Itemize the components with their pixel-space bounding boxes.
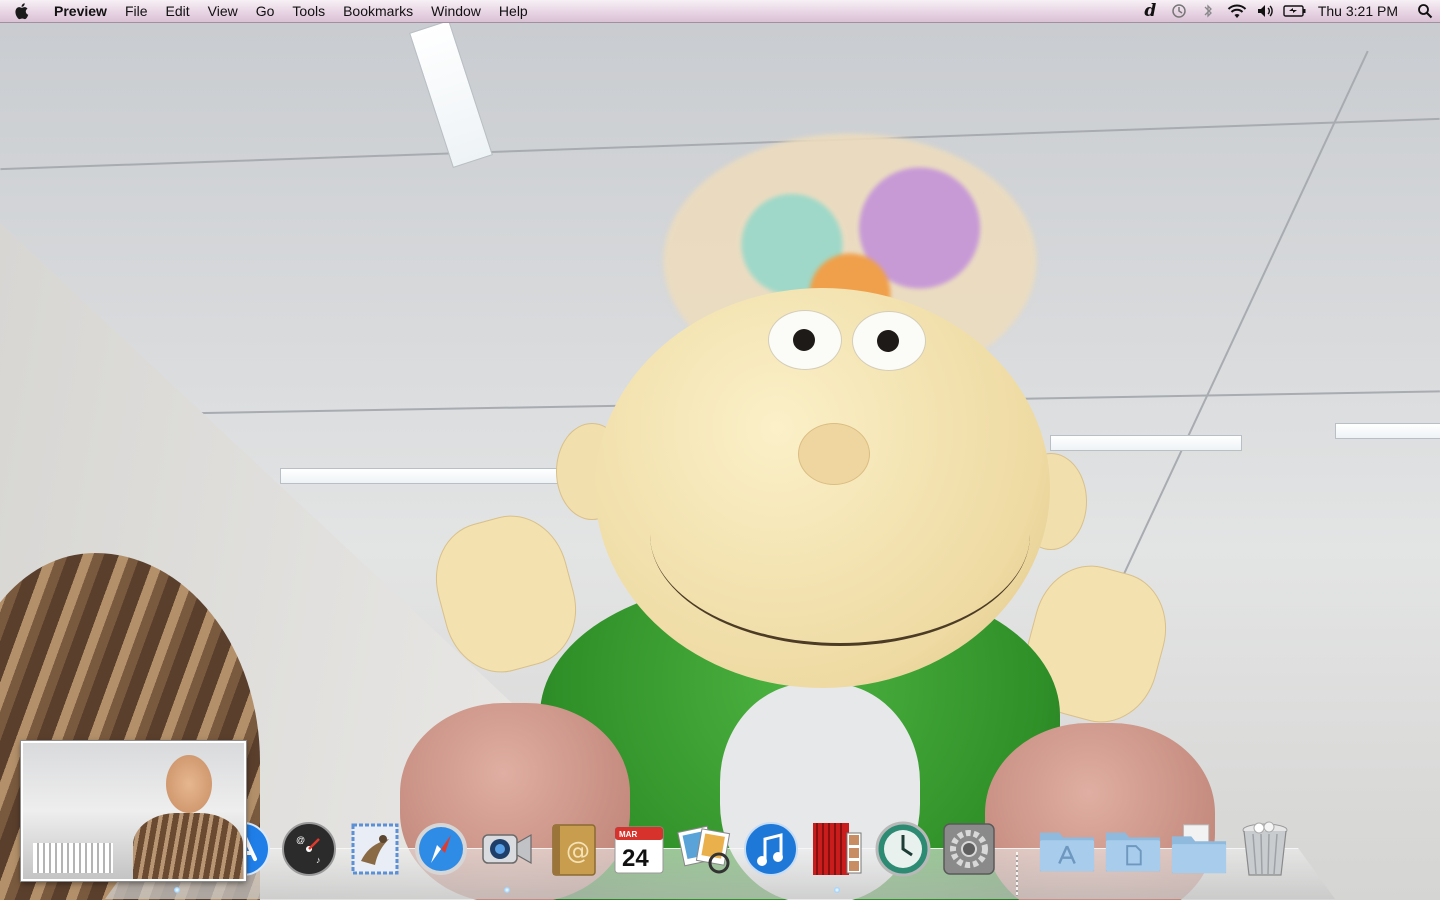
menu-bar: Preview File Edit View Go Tools Bookmark… <box>0 0 1440 23</box>
menu-extras: d Thu 3:21 PM <box>1136 0 1440 22</box>
menu-clock[interactable]: Thu 3:21 PM <box>1310 0 1410 22</box>
menu-help[interactable]: Help <box>490 0 537 22</box>
safari-icon[interactable] <box>412 820 470 878</box>
ical-month: MAR <box>619 830 637 839</box>
dock-separator <box>1016 852 1018 896</box>
running-indicator-finder <box>174 887 180 893</box>
time-machine-icon[interactable] <box>874 820 932 878</box>
toy-mouth <box>650 423 1030 646</box>
volume-icon[interactable] <box>1252 0 1281 22</box>
wifi-icon[interactable] <box>1223 0 1252 22</box>
menu-edit[interactable]: Edit <box>157 0 199 22</box>
iphoto-icon[interactable] <box>676 820 734 878</box>
pip-office-window <box>33 843 113 873</box>
menu-file[interactable]: File <box>116 0 157 22</box>
dashboard-icon[interactable]: @ ♪ <box>280 820 338 878</box>
menu-app-name[interactable]: Preview <box>44 0 116 22</box>
svg-text:@: @ <box>296 835 305 845</box>
dashboard-d-icon[interactable]: d <box>1136 0 1165 22</box>
time-machine-icon[interactable] <box>1165 0 1194 22</box>
system-preferences-icon[interactable] <box>940 820 998 878</box>
photo-booth-icon[interactable] <box>808 820 866 878</box>
documents-folder-icon[interactable] <box>1104 820 1162 878</box>
toy-eye-left <box>768 310 842 370</box>
ceiling-light <box>409 23 493 169</box>
ical-day: 24 <box>622 845 649 872</box>
ceiling-grid-line <box>1113 50 1369 596</box>
mail-icon[interactable] <box>346 820 404 878</box>
svg-text:♪: ♪ <box>316 855 321 865</box>
applications-folder-icon[interactable] <box>1038 820 1096 878</box>
trash-icon[interactable] <box>1236 820 1294 878</box>
self-view-preview[interactable] <box>21 741 246 881</box>
ceiling-light <box>1050 435 1242 451</box>
apple-menu-icon[interactable] <box>0 0 44 22</box>
bluetooth-icon[interactable] <box>1194 0 1223 22</box>
menu-view[interactable]: View <box>199 0 247 22</box>
ceiling-light <box>280 468 562 484</box>
ceiling-light <box>1335 423 1440 439</box>
menu-tools[interactable]: Tools <box>283 0 334 22</box>
ical-icon[interactable]: MAR 24 <box>610 820 668 878</box>
pip-person-head <box>166 755 212 813</box>
facetime-icon[interactable] <box>478 820 536 878</box>
battery-icon[interactable] <box>1281 0 1310 22</box>
menu-bookmarks[interactable]: Bookmarks <box>334 0 422 22</box>
spotlight-search-icon[interactable] <box>1410 0 1440 22</box>
status-d-label: d <box>1144 1 1157 21</box>
toy-eye-right <box>852 311 926 371</box>
running-indicator-facetime <box>504 887 510 893</box>
pip-person-body <box>133 813 243 879</box>
itunes-icon[interactable] <box>742 820 800 878</box>
running-indicator-photo-booth <box>834 887 840 893</box>
address-book-icon[interactable]: @ <box>544 820 602 878</box>
menu-window[interactable]: Window <box>422 0 490 22</box>
svg-text:@: @ <box>566 837 590 865</box>
downloads-folder-icon[interactable] <box>1170 820 1228 878</box>
menu-go[interactable]: Go <box>247 0 284 22</box>
